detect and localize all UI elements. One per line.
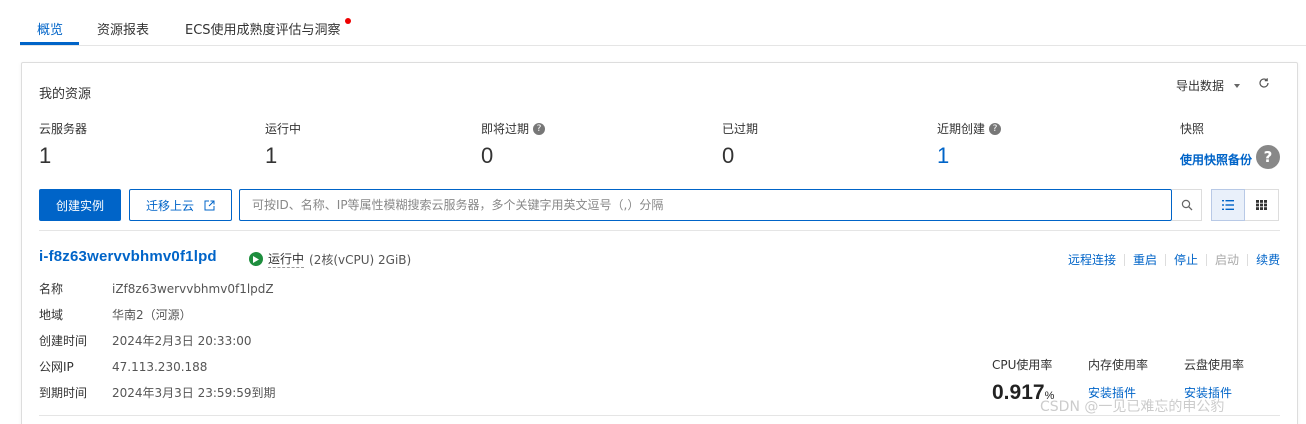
search-input[interactable] [239, 189, 1172, 221]
stat-value-link[interactable]: 1 [937, 143, 1001, 169]
new-dot-icon [344, 18, 351, 24]
restart-link[interactable]: 重启 [1133, 251, 1157, 268]
instance-actions: 远程连接 重启 停止 启动 续费 [1068, 251, 1280, 268]
help-icon[interactable]: ? [533, 122, 546, 135]
stat-label: 已过期 [722, 122, 759, 136]
export-data-label: 导出数据 [1176, 79, 1225, 93]
tab-ecs-maturity-label: ECS使用成熟度评估与洞察 [185, 23, 341, 38]
external-link-icon [204, 200, 215, 210]
card-title: 我的资源 [39, 87, 92, 102]
field-value: 华南2（河源） [112, 308, 192, 322]
field-value: 47.113.230.188 [112, 360, 208, 374]
stat-label: 运行中 [265, 122, 302, 136]
tab-ecs-maturity[interactable]: ECS使用成熟度评估与洞察 [185, 18, 351, 38]
migrate-to-cloud-button[interactable]: 迁移上云 [129, 189, 232, 221]
list-view-icon[interactable] [1211, 189, 1245, 221]
disk-usage-label: 云盘使用率 [1184, 358, 1245, 372]
field-row-name: 名称 iZf8z63wervvbhmv0f1lpdZ [39, 280, 274, 297]
watermark: CSDN @一见已难忘的申公豹 [1040, 399, 1225, 415]
snapshot-backup-link[interactable]: 使用快照备份 [1180, 151, 1252, 168]
field-key: 地域 [39, 308, 64, 322]
field-key: 名称 [39, 282, 64, 296]
field-row-public-ip: 公网IP 47.113.230.188 [39, 358, 207, 375]
remote-connect-link[interactable]: 远程连接 [1068, 251, 1116, 268]
stat-label-text: 即将过期 [481, 122, 530, 136]
separator [1165, 253, 1167, 266]
stat-label-text: 近期创建 [937, 122, 986, 136]
stat-value: 0 [722, 143, 735, 168]
stat-expiring[interactable]: 即将过期 ? 0 [481, 120, 546, 169]
help-icon[interactable]: ? [1256, 145, 1280, 169]
caret-down-icon [1234, 83, 1241, 88]
create-instance-button[interactable]: 创建实例 [39, 189, 121, 221]
export-data-dropdown[interactable]: 导出数据 [1176, 77, 1241, 94]
stat-servers: 云服务器 1 [39, 120, 87, 169]
stat-value: 1 [39, 143, 52, 168]
active-tab-indicator [20, 42, 79, 45]
stat-value: 0 [481, 143, 494, 168]
stat-label: 近期创建 ? [937, 120, 1002, 137]
instance-id-link[interactable]: i-f8z63wervvbhmv0f1lpd [39, 248, 217, 265]
status-label[interactable]: 运行中 [268, 250, 305, 268]
instance-spec: (2核(vCPU) 2GiB) [309, 252, 412, 267]
start-link: 启动 [1215, 253, 1240, 267]
tab-bar: 概览 资源报表 ECS使用成熟度评估与洞察 [20, 0, 1306, 46]
memory-usage-label: 内存使用率 [1088, 358, 1149, 372]
stat-snapshot: 快照 使用快照备份 [1180, 120, 1252, 168]
tab-resource-report[interactable]: 资源报表 [97, 19, 149, 38]
refresh-icon[interactable] [1258, 77, 1270, 92]
field-row-expiry: 到期时间 2024年3月3日 23:59:59到期 [39, 384, 276, 401]
stat-recent[interactable]: 近期创建 ? 1 [937, 120, 1002, 169]
stop-link[interactable]: 停止 [1174, 251, 1198, 268]
cpu-usage-number: 0.917 [992, 381, 1045, 404]
play-icon [249, 252, 263, 266]
cpu-usage-label: CPU使用率 [992, 358, 1053, 372]
divider [39, 230, 1280, 231]
separator [1206, 253, 1208, 266]
field-row-created: 创建时间 2024年2月3日 20:33:00 [39, 332, 252, 349]
help-icon[interactable]: ? [989, 122, 1002, 135]
stat-label: 快照 [1180, 122, 1205, 136]
stat-running[interactable]: 运行中 1 [265, 120, 301, 169]
migrate-label: 迁移上云 [145, 198, 194, 213]
tab-overview[interactable]: 概览 [37, 19, 63, 38]
field-key: 到期时间 [39, 386, 88, 400]
stat-expired[interactable]: 已过期 0 [722, 120, 758, 169]
field-key: 创建时间 [39, 334, 88, 348]
separator [1247, 253, 1249, 266]
field-row-region: 地域 华南2（河源） [39, 306, 192, 323]
grid-view-icon[interactable] [1245, 189, 1279, 221]
search-icon[interactable] [1172, 189, 1202, 221]
field-value: 2024年3月3日 23:59:59到期 [112, 386, 276, 400]
stat-label: 即将过期 ? [481, 120, 546, 137]
field-value: iZf8z63wervvbhmv0f1lpdZ [112, 282, 274, 296]
separator [1124, 253, 1126, 266]
renew-link[interactable]: 续费 [1256, 251, 1280, 268]
stat-value: 1 [265, 143, 278, 168]
field-value: 2024年2月3日 20:33:00 [112, 334, 252, 348]
stat-label: 云服务器 [39, 122, 88, 136]
instance-status: 运行中 (2核(vCPU) 2GiB) [249, 250, 411, 268]
resource-card: 我的资源 导出数据 云服务器 1 运行中 1 即将过期 ? 0 已过期 0 近期… [21, 62, 1298, 424]
field-key: 公网IP [39, 360, 74, 374]
